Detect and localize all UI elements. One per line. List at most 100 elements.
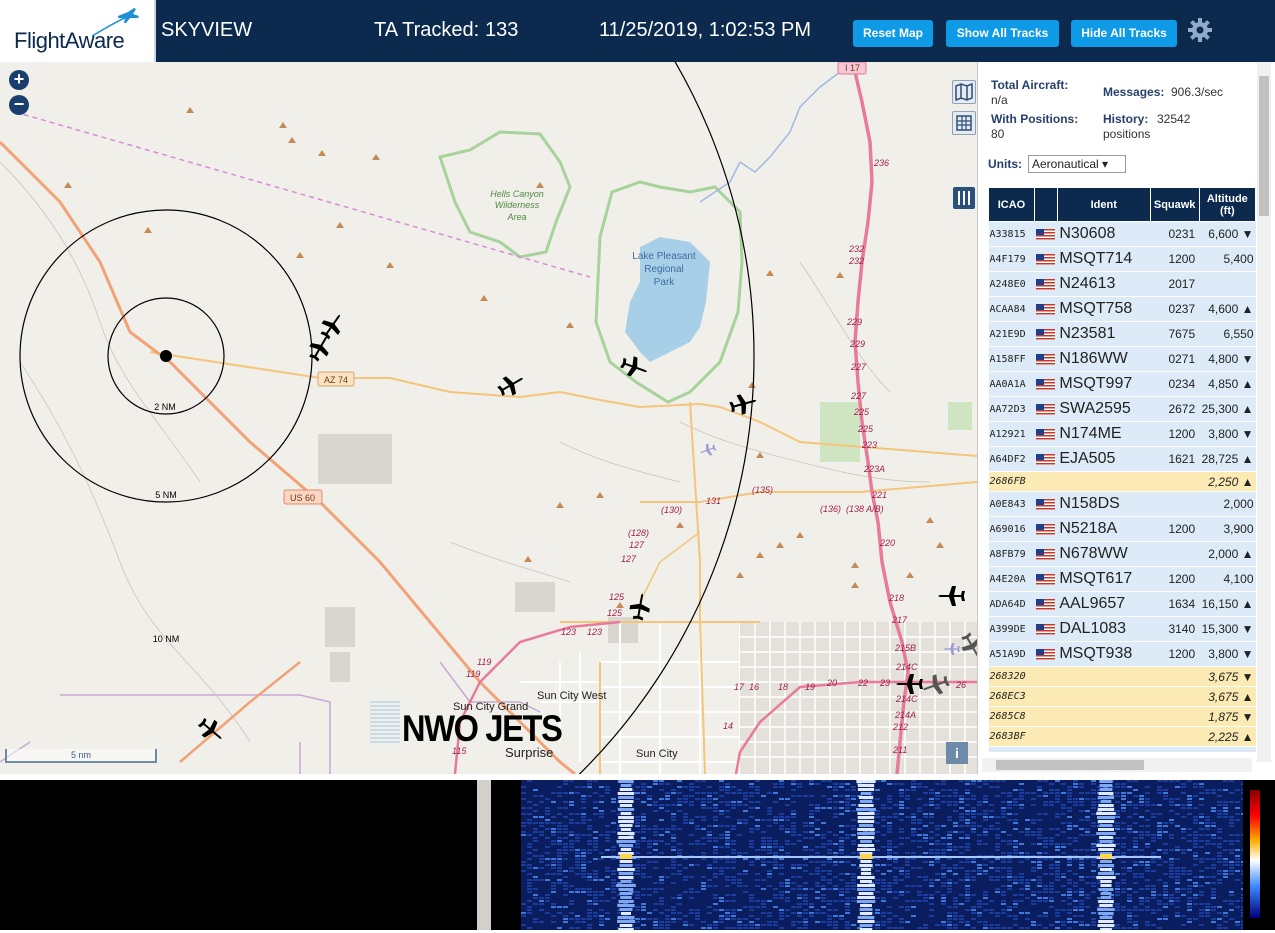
flightaware-logo[interactable]: FlightAware (0, 0, 156, 62)
ident-cell: N678WW (1057, 541, 1151, 567)
table-row[interactable]: A4F179 MSQT714 1200 5,400 (988, 246, 1256, 272)
altitude-cell: 2,225 ▲ (1199, 726, 1256, 747)
airplane-icon[interactable] (938, 586, 965, 606)
table-row[interactable]: A4E20A MSQT617 1200 4,100 (988, 566, 1256, 592)
road-number: 211 (892, 745, 907, 755)
road-number: 127 (629, 540, 645, 550)
table-row[interactable]: 2685C8 1,875 ▼ (988, 706, 1256, 727)
col-header-squawk[interactable]: Squawk (1149, 187, 1200, 222)
aircraft-table-wrapper[interactable]: ICAO Ident Squawk Altitude (ft) A33815 N3… (988, 187, 1256, 752)
color-scale (1243, 780, 1275, 930)
icao-cell: A64DF2 (988, 446, 1035, 472)
grid-icon[interactable] (952, 111, 976, 135)
road-number: (130) (661, 505, 682, 515)
panel-vertical-scrollbar[interactable] (1257, 62, 1271, 762)
scrollbar-thumb[interactable] (996, 760, 1144, 770)
airplane-icon[interactable] (698, 442, 717, 459)
ident-cell: N24613 (1057, 271, 1151, 297)
squawk-cell: 0237 (1150, 296, 1200, 322)
show-all-tracks-button[interactable]: Show All Tracks (946, 20, 1059, 47)
ident-cell: AAL195 (1057, 746, 1151, 752)
table-row[interactable]: A12921 N174ME 1200 3,800 ▼ (988, 421, 1256, 447)
airplane-icon[interactable] (316, 309, 348, 343)
table-row[interactable]: A51A9D MSQT938 1200 3,800 ▼ (988, 641, 1256, 667)
panel-divider[interactable] (477, 780, 491, 930)
airplane-icon[interactable] (305, 331, 336, 364)
flag-cell (1034, 371, 1058, 397)
table-row[interactable]: AA72D3 SWA2595 2672 25,300 ▲ (988, 396, 1256, 422)
units-select[interactable]: Aeronautical ▾ (1028, 155, 1126, 173)
squawk-cell (1150, 471, 1200, 492)
us-flag-icon (1036, 574, 1056, 586)
map-view[interactable]: 2 NM 5 NM 10 NM Hells Canyon Wilderness … (0, 62, 977, 774)
icao-cell: 268320 (988, 666, 1035, 687)
airplane-icon[interactable] (728, 391, 759, 417)
reset-map-button[interactable]: Reset Map (853, 20, 933, 47)
airplane-icon[interactable] (195, 714, 229, 747)
map-layers-icon[interactable] (952, 80, 976, 104)
col-header-ident[interactable]: Ident (1056, 187, 1151, 222)
col-header-icao[interactable]: ICAO (988, 187, 1035, 222)
col-header-altitude[interactable]: Altitude (ft) (1198, 187, 1256, 222)
panel-horizontal-scrollbar[interactable] (982, 758, 1252, 772)
table-row[interactable]: AA0A1A MSQT997 0234 4,850 ▲ (988, 371, 1256, 397)
ring-label-2nm: 2 NM (154, 402, 176, 412)
icao-cell: A0E843 (988, 491, 1035, 517)
table-row[interactable]: A158FF N186WW 0271 4,800 ▼ (988, 346, 1256, 372)
altitude-cell: 25,300 ▲ (1199, 396, 1256, 422)
ident-cell: AAL9657 (1057, 591, 1151, 617)
place-label-lake-pleasant-3: Park (654, 277, 676, 288)
table-row[interactable]: A0E843 N158DS 2,000 (988, 491, 1256, 517)
road-number: 218 (888, 593, 904, 603)
overlay-label: NWO JETS (402, 708, 563, 749)
hide-all-tracks-button[interactable]: Hide All Tracks (1071, 20, 1177, 47)
flag-cell (1034, 471, 1058, 492)
flag-cell (1034, 346, 1058, 372)
table-row[interactable]: A33815 N30608 0231 6,600 ▼ (988, 221, 1256, 247)
table-row[interactable]: A69016 N5218A 1200 3,900 (988, 516, 1256, 542)
table-row[interactable]: 2683BF 2,225 ▲ (988, 726, 1256, 747)
road-number: (135) (752, 485, 773, 495)
table-row[interactable]: A21E9D N23581 7675 6,550 (988, 321, 1256, 347)
ta-tracked-label: TA Tracked: (374, 19, 480, 41)
col-header-flag[interactable] (1033, 187, 1058, 222)
table-row[interactable]: A399DE DAL1083 3140 15,300 ▼ (988, 616, 1256, 642)
altitude-cell: 3,800 ▼ (1199, 641, 1256, 667)
table-row[interactable]: 2686FB 2,250 ▲ (988, 471, 1256, 492)
altitude-cell: 2,000 ▲ (1199, 541, 1256, 567)
road-number: 119 (477, 657, 491, 667)
ident-cell: N30608 (1057, 221, 1151, 247)
place-label-lake-pleasant-1: Lake Pleasant (632, 251, 696, 262)
us-flag-icon (1036, 549, 1056, 561)
us-flag-icon (1036, 379, 1056, 391)
table-row[interactable]: ACAA84 MSQT758 0237 4,600 ▲ (988, 296, 1256, 322)
road-number: 232 (848, 256, 864, 266)
road-number: 123 (561, 627, 576, 637)
us-flag-icon (1036, 229, 1056, 241)
table-row[interactable]: 268320 3,675 ▼ (988, 666, 1256, 687)
table-row[interactable]: ADA64D AAL9657 1634 16,150 ▲ (988, 591, 1256, 617)
squawk-cell: 1200 (1150, 421, 1200, 447)
zoom-out-button[interactable]: − (9, 95, 29, 115)
flag-cell (1034, 616, 1058, 642)
flag-cell (1034, 666, 1058, 687)
table-row[interactable]: A64DF2 EJA505 1621 28,725 ▲ (988, 446, 1256, 472)
info-button[interactable]: i (946, 742, 968, 764)
columns-icon[interactable] (953, 187, 975, 209)
road-number: 119 (466, 669, 480, 679)
icao-cell: 2683BF (988, 726, 1035, 747)
table-row[interactable]: A8FB79 N678WW 2,000 ▲ (988, 541, 1256, 567)
flag-cell (1034, 296, 1058, 322)
altitude-cell: 10,150 ▼ (1199, 746, 1256, 752)
table-row[interactable]: AA37C5 AAL195240610,150 ▼ (988, 746, 1256, 752)
map-canvas[interactable]: 2 NM 5 NM 10 NM Hells Canyon Wilderness … (0, 62, 977, 774)
altitude-cell: 16,150 ▲ (1199, 591, 1256, 617)
table-row[interactable]: A248E0 N24613 2017 (988, 271, 1256, 297)
table-row[interactable]: 268EC3 3,675 ▲ (988, 686, 1256, 707)
gear-icon[interactable] (1186, 16, 1214, 44)
scrollbar-thumb[interactable] (1259, 76, 1269, 216)
clock: 11/25/2019, 1:02:53 PM (599, 19, 812, 41)
us-flag-icon (1036, 254, 1056, 266)
icao-cell: 2686FB (988, 471, 1035, 492)
zoom-in-button[interactable]: + (9, 70, 29, 90)
